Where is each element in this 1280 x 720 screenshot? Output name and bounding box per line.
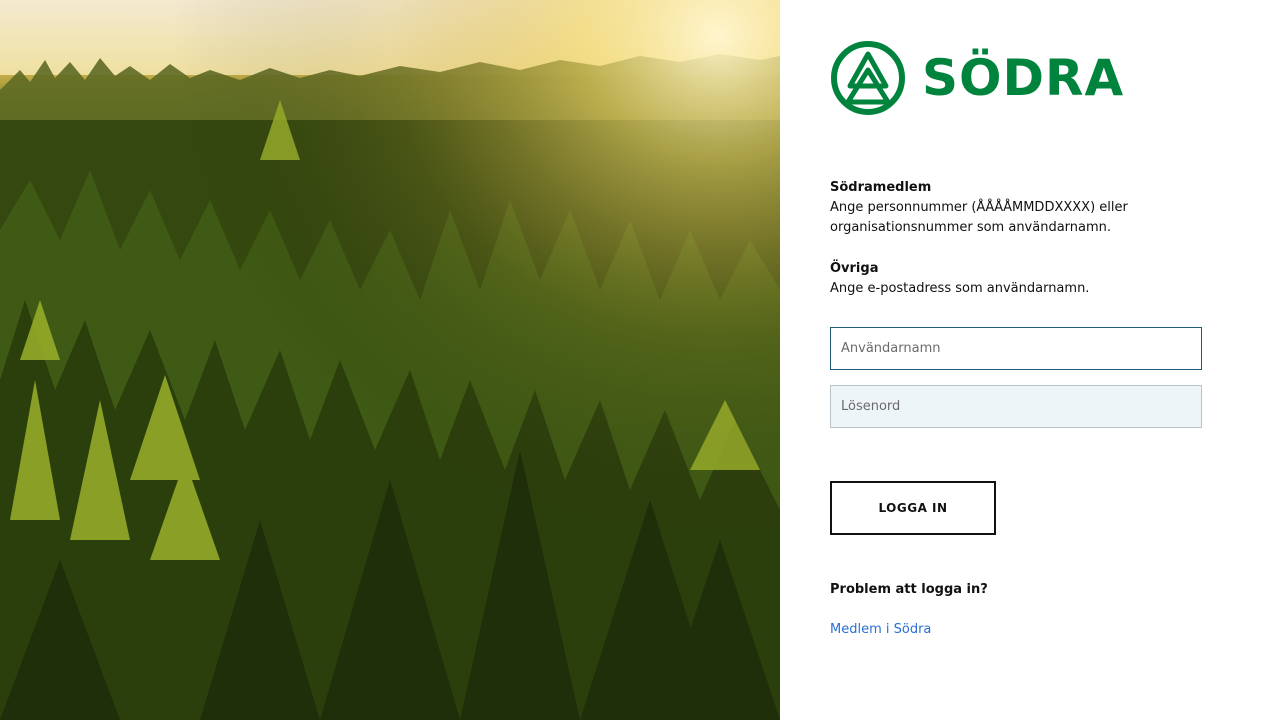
- member-link[interactable]: Medlem i Södra: [830, 622, 931, 637]
- login-page: SÖDRA Södramedlem Ange personnummer (ÅÅÅ…: [0, 0, 1280, 720]
- brand-name: SÖDRA: [922, 49, 1125, 107]
- sodra-tree-logo-icon: [831, 41, 905, 115]
- member-instructions: Ange personnummer (ÅÅÅÅMMDDXXXX) eller o…: [830, 200, 1128, 235]
- forest-image-icon: [0, 0, 780, 720]
- login-instructions: Södramedlem Ange personnummer (ÅÅÅÅMMDDX…: [830, 178, 1210, 299]
- member-heading: Södramedlem: [830, 180, 932, 195]
- username-input[interactable]: [830, 327, 1202, 370]
- login-button[interactable]: LOGGA IN: [830, 481, 996, 535]
- sodra-logo: SÖDRA: [830, 40, 1124, 116]
- login-problem-heading: Problem att logga in?: [830, 582, 988, 597]
- login-panel: SÖDRA Södramedlem Ange personnummer (ÅÅÅ…: [780, 0, 1280, 720]
- other-instructions: Ange e-postadress som användarnamn.: [830, 281, 1090, 296]
- forest-hero-image: [0, 0, 780, 720]
- password-input[interactable]: [830, 385, 1202, 428]
- other-heading: Övriga: [830, 261, 879, 276]
